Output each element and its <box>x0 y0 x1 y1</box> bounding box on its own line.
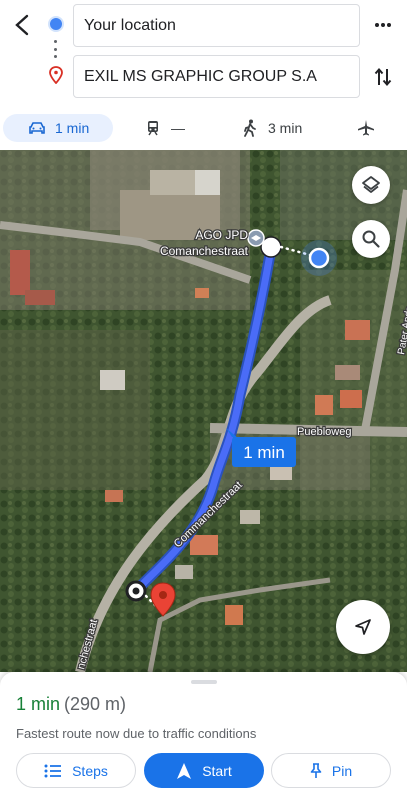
school-icon <box>247 229 265 247</box>
steps-button[interactable]: Steps <box>16 753 136 788</box>
navigation-arrow-icon <box>176 762 192 780</box>
back-arrow-icon <box>15 14 29 36</box>
my-location-dot <box>308 247 330 269</box>
destination-field[interactable]: EXIL MS GRAPHIC GROUP S.A <box>73 55 360 98</box>
route-summary: 1 min (290 m) <box>16 694 126 715</box>
origin-dot-icon <box>48 16 64 32</box>
airplane-icon <box>356 119 376 137</box>
start-button[interactable]: Start <box>144 753 264 788</box>
map-search-button[interactable] <box>352 220 390 258</box>
origin-value: Your location <box>84 16 176 34</box>
mode-walking[interactable]: 3 min <box>240 114 310 142</box>
layers-icon <box>362 176 380 193</box>
layers-button[interactable] <box>352 166 390 204</box>
route-duration: 1 min <box>16 694 61 714</box>
pin-button[interactable]: Pin <box>271 753 391 788</box>
search-icon <box>362 230 380 248</box>
start-label: Start <box>202 762 232 779</box>
mode-transit[interactable]: — <box>143 114 193 142</box>
route-summary-sheet[interactable]: 1 min (290 m) Fastest route now due to tr… <box>0 672 407 800</box>
location-pin-icon <box>49 66 63 84</box>
steps-label: Steps <box>72 762 108 779</box>
mode-walking-label: 3 min <box>268 120 303 136</box>
my-location-icon <box>355 619 371 635</box>
list-icon <box>44 764 62 778</box>
origin-field[interactable]: Your location <box>73 4 360 47</box>
walk-icon <box>240 119 260 137</box>
route-note: Fastest route now due to traffic conditi… <box>16 726 257 741</box>
map-view[interactable]: 1 min AGO JPD Comanchestraat Puebloweg C… <box>0 150 407 672</box>
mode-driving[interactable]: 1 min <box>3 114 113 142</box>
train-icon <box>143 119 163 137</box>
pin-icon <box>310 762 322 779</box>
destination-value: EXIL MS GRAPHIC GROUP S.A <box>84 67 317 85</box>
route-time-bubble-text: 1 min <box>243 443 285 462</box>
mode-flight[interactable] <box>356 114 378 142</box>
car-icon <box>27 119 47 137</box>
mode-transit-label: — <box>171 120 185 136</box>
place-label-line2: Comanchestraat <box>160 244 249 258</box>
travel-mode-bar: 1 min — 3 min <box>0 110 407 148</box>
pin-label: Pin <box>331 762 353 779</box>
route-distance: (290 m) <box>64 694 127 714</box>
route-connector-icon <box>54 40 57 58</box>
my-location-button[interactable] <box>336 600 390 654</box>
swap-vert-icon <box>374 67 392 87</box>
place-label-line1: AGO JPD <box>195 228 248 242</box>
sheet-drag-handle[interactable] <box>191 680 217 684</box>
back-button[interactable] <box>8 8 36 42</box>
swap-button[interactable] <box>366 60 400 94</box>
more-vert-icon <box>375 23 391 27</box>
directions-header: Your location EXIL MS GRAPHIC GROUP S.A … <box>0 0 407 150</box>
mode-driving-label: 1 min <box>55 120 90 136</box>
more-options-button[interactable] <box>366 10 400 40</box>
street-label-puebloweg: Puebloweg <box>297 426 351 438</box>
